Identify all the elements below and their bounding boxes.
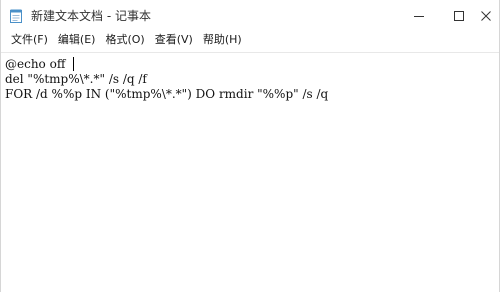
- text-cursor: [73, 57, 74, 71]
- text-editor-area[interactable]: @echo off del "%tmp%\*.*" /s /q /f FOR /…: [1, 52, 499, 292]
- menu-edit[interactable]: 编辑(E): [53, 30, 101, 50]
- window-title: 新建文本文档 - 记事本: [31, 9, 151, 23]
- notepad-window: 新建文本文档 - 记事本 文件(F) 编辑(E) 格式(O) 查看(V) 帮助(…: [0, 0, 500, 292]
- editor-line: del "%tmp%\*.*" /s /q /f: [5, 72, 147, 86]
- title-bar[interactable]: 新建文本文档 - 记事本: [1, 0, 499, 30]
- menu-file[interactable]: 文件(F): [6, 30, 53, 50]
- menu-help[interactable]: 帮助(H): [198, 30, 247, 50]
- menu-format[interactable]: 格式(O): [100, 30, 149, 50]
- maximize-icon: [454, 6, 464, 25]
- close-icon: [481, 6, 491, 25]
- minimize-button[interactable]: [399, 0, 439, 30]
- notepad-icon: [10, 8, 22, 23]
- menu-view[interactable]: 查看(V): [150, 30, 198, 50]
- editor-line: @echo off: [5, 57, 66, 71]
- minimize-icon: [414, 6, 424, 25]
- close-button[interactable]: [471, 0, 500, 30]
- menu-bar: 文件(F) 编辑(E) 格式(O) 查看(V) 帮助(H): [1, 30, 499, 50]
- editor-line: FOR /d %%p IN ("%tmp%\*.*") DO rmdir "%%…: [5, 87, 329, 101]
